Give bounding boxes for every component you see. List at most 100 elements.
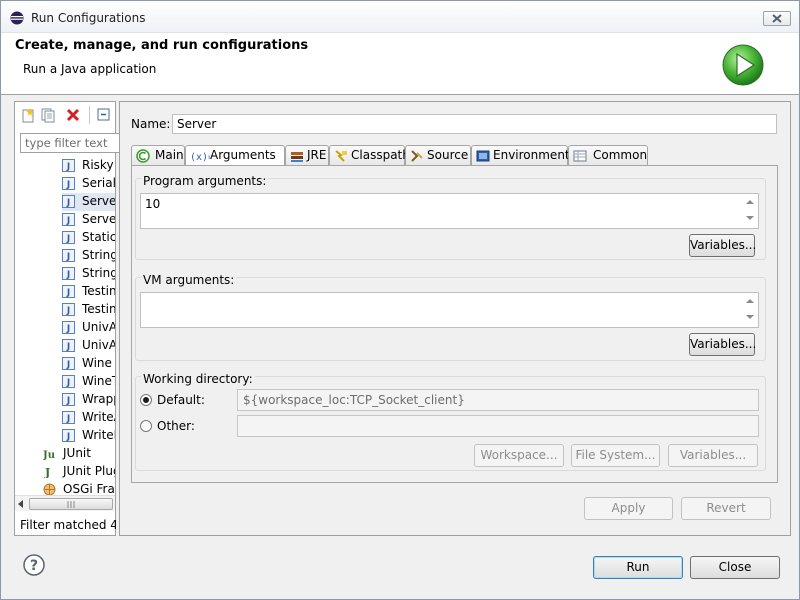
svg-text:J: J xyxy=(66,270,70,280)
close-button[interactable]: Close xyxy=(690,556,780,579)
tab-source[interactable]: Source xyxy=(405,145,471,165)
window-close-button[interactable] xyxy=(763,11,791,26)
toolbar-separator xyxy=(89,106,90,124)
tab-arguments[interactable]: (x)= Arguments xyxy=(185,145,285,167)
java-app-icon: J xyxy=(62,249,75,262)
banner-subtitle: Run a Java application xyxy=(23,62,157,76)
svg-text:J: J xyxy=(44,466,50,478)
workspace-button[interactable]: Workspace... xyxy=(474,444,564,467)
vm-variables-button[interactable]: Variables... xyxy=(689,333,756,356)
new-config-icon[interactable] xyxy=(20,107,36,123)
program-arguments-field[interactable]: 10 xyxy=(140,193,759,229)
svg-text:J: J xyxy=(66,432,70,442)
program-arguments-label: Program arguments: xyxy=(141,174,269,188)
revert-button[interactable]: Revert xyxy=(681,497,771,520)
configuration-tree: J Risky J Serializ J Server J Server J StaticN J St… xyxy=(15,157,115,497)
run-configurations-dialog: Run Configurations Create, manage, and r… xyxy=(0,0,800,600)
scroll-up-icon[interactable] xyxy=(746,299,754,303)
java-app-icon: J xyxy=(62,375,75,388)
tree-item-label: WriteA xyxy=(82,410,115,424)
apply-button[interactable]: Apply xyxy=(584,497,673,520)
tree-item-label: Server xyxy=(82,194,115,208)
tree-item-label: JUnit Plug xyxy=(63,464,115,478)
source-tab-icon xyxy=(411,150,423,162)
tab-environment[interactable]: Environment xyxy=(471,145,570,165)
vm-arguments-label: VM arguments: xyxy=(141,273,237,287)
name-field[interactable]: Server xyxy=(172,114,777,134)
title-bar[interactable]: Run Configurations xyxy=(1,1,799,33)
filter-input[interactable]: type filter text xyxy=(20,133,120,153)
scroll-left-icon[interactable] xyxy=(18,500,24,508)
file-system-button[interactable]: File System... xyxy=(571,444,660,467)
tree-item-label: WriteB xyxy=(82,428,115,442)
header-banner: Create, manage, and run configurations R… xyxy=(1,33,799,95)
vm-arguments-scrollbar[interactable] xyxy=(742,293,758,327)
vm-arguments-field[interactable] xyxy=(140,292,759,328)
tab-jre[interactable]: JRE xyxy=(285,145,329,165)
horizontal-scrollbar[interactable] xyxy=(15,495,115,511)
svg-text:J: J xyxy=(66,216,70,226)
java-app-icon: J xyxy=(62,339,75,352)
svg-text:J: J xyxy=(66,234,70,244)
svg-text:J: J xyxy=(66,342,70,352)
svg-text:J: J xyxy=(66,324,70,334)
tab-classpath[interactable]: Classpath xyxy=(329,145,410,165)
run-button[interactable]: Run xyxy=(593,556,683,579)
working-directory-label: Working directory: xyxy=(141,372,255,386)
java-app-icon: J xyxy=(62,195,75,208)
other-directory-field[interactable] xyxy=(237,415,759,437)
working-dir-variables-button[interactable]: Variables... xyxy=(668,444,758,467)
svg-text:J: J xyxy=(66,306,70,316)
configuration-editor: Name: Server Main (x)= Arguments xyxy=(119,101,791,536)
java-app-icon: J xyxy=(62,411,75,424)
tree-item-label: StaticN xyxy=(82,230,115,244)
svg-text:J: J xyxy=(66,288,70,298)
tab-common[interactable]: Common xyxy=(568,145,648,165)
tree-item-label: Risky xyxy=(82,158,114,172)
default-radio-label: Default: xyxy=(157,393,205,407)
java-app-icon: J xyxy=(62,429,75,442)
junit-icon: Ju xyxy=(43,450,55,460)
duplicate-icon[interactable] xyxy=(40,107,56,123)
tree-item-label: Serializ xyxy=(82,176,115,190)
tree-item-label: OSGi Fram xyxy=(63,482,115,496)
vm-arguments-group: VM arguments: Variables... xyxy=(135,273,766,361)
arguments-tab-icon: (x)= xyxy=(190,152,210,163)
other-radio[interactable] xyxy=(140,420,152,432)
java-app-icon: J xyxy=(62,303,75,316)
classpath-tab-icon xyxy=(335,150,347,162)
scroll-down-icon[interactable] xyxy=(746,315,754,319)
help-icon[interactable]: ? xyxy=(23,554,45,576)
svg-text:?: ? xyxy=(30,558,38,574)
arguments-tab-content: Program arguments: 10 Variables... VM ar… xyxy=(131,165,778,483)
tree-item-label: Testin xyxy=(82,284,115,298)
program-arguments-scrollbar[interactable] xyxy=(742,194,758,228)
svg-text:J: J xyxy=(66,252,70,262)
grip-icon xyxy=(67,501,75,508)
java-app-icon: J xyxy=(62,321,75,334)
scrollbar-thumb[interactable] xyxy=(29,498,113,510)
tree-item-label: StringT xyxy=(82,266,115,280)
default-radio[interactable] xyxy=(140,394,152,406)
tree-item-label: Server xyxy=(82,212,115,226)
tree-item-label: UnivA xyxy=(82,338,115,352)
scroll-up-icon[interactable] xyxy=(746,200,754,204)
other-radio-label: Other: xyxy=(157,419,195,433)
eclipse-icon xyxy=(10,11,24,25)
tree-item-label: Wrapp xyxy=(82,392,115,406)
delete-icon[interactable] xyxy=(65,107,81,123)
tab-main[interactable]: Main xyxy=(131,145,185,165)
collapse-all-icon[interactable] xyxy=(96,107,112,123)
jre-tab-icon xyxy=(291,152,303,162)
tree-item[interactable]: J Server xyxy=(62,193,115,211)
close-icon xyxy=(772,14,782,23)
scroll-down-icon[interactable] xyxy=(746,216,754,220)
run-icon xyxy=(722,44,764,86)
svg-text:J: J xyxy=(66,414,70,424)
junit-plugin-icon: J xyxy=(44,466,50,478)
svg-text:J: J xyxy=(66,396,70,406)
svg-text:J: J xyxy=(66,378,70,388)
program-variables-button[interactable]: Variables... xyxy=(689,234,756,257)
java-app-icon: J xyxy=(62,267,75,280)
working-directory-group: Working directory: Default: ${workspace_… xyxy=(135,372,766,471)
